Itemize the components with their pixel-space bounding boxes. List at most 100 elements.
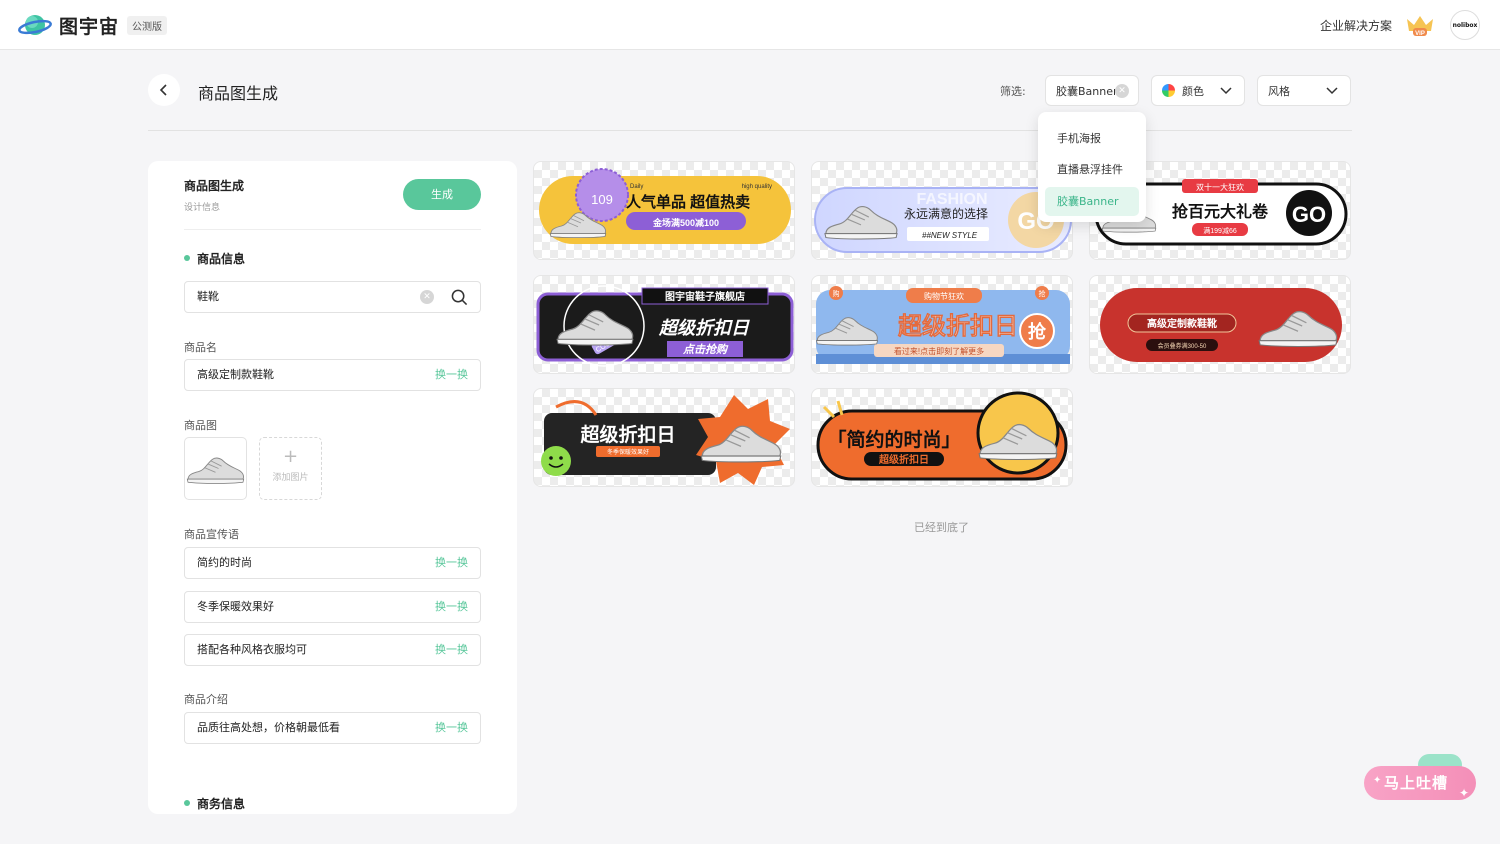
banner-card-2[interactable]: FASHION GO 永远满意的选择 ##NEW STYLE: [811, 161, 1073, 260]
product-image-thumbnail[interactable]: [184, 437, 247, 500]
sparkle-icon: ✦: [1458, 786, 1470, 800]
banner-3-go: GO: [1292, 202, 1326, 227]
clear-filter-icon[interactable]: ✕: [1115, 84, 1129, 98]
banner-5-top: 购物节狂欢: [924, 291, 964, 301]
banner-2-sub: ##NEW STYLE: [922, 231, 978, 240]
user-avatar[interactable]: nolibox: [1450, 10, 1480, 40]
banner-6-sub: 会员叠券满300-50: [1158, 342, 1207, 350]
banner-card-5[interactable]: 购物节狂欢 购 抢 超级折扣日 抢 看过来!点击即刻了解更多: [811, 275, 1073, 374]
design-info-panel: 商品图生成 设计信息 生成 商品信息 鞋靴 ✕ 商品名 高级定制款鞋靴 换一换 …: [148, 161, 517, 814]
vip-crown-icon[interactable]: VIP: [1404, 13, 1436, 37]
chevron-left-icon: [159, 84, 167, 96]
banner-1-sub: 金场满500减100: [652, 217, 719, 228]
feedback-button[interactable]: ✦ 马上吐槽 ✦: [1364, 766, 1476, 800]
banner-5-main: 超级折扣日: [898, 312, 1018, 340]
add-image-button[interactable]: + 添加图片: [259, 437, 322, 500]
filter-style-label: 风格: [1268, 84, 1290, 98]
product-intro-label: 商品介绍: [184, 693, 228, 706]
enterprise-solutions-link[interactable]: 企业解决方案: [1320, 17, 1392, 34]
product-name-label: 商品名: [184, 341, 217, 354]
dropdown-item-capsule-banner[interactable]: 胶囊Banner: [1045, 187, 1139, 216]
panel-subtitle: 设计信息: [184, 203, 221, 213]
generate-button[interactable]: 生成: [403, 179, 481, 210]
banner-card-4[interactable]: 图宇宙鞋子旗舰店 超级折扣日 点击抢购 COOL: [533, 275, 795, 374]
product-intro-field[interactable]: 品质往高处想，价格朝最低看 换一换: [184, 712, 481, 744]
swap-button[interactable]: 换一换: [435, 713, 468, 743]
banner-4-sub: 点击抢购: [682, 343, 729, 356]
slogan-value: 搭配各种风格衣服均可: [197, 643, 307, 656]
banner-card-1[interactable]: 109 Daily high quality 人气单品 超值热卖 金场满500减…: [533, 161, 795, 260]
filter-color-select[interactable]: 颜色: [1151, 75, 1245, 106]
back-button[interactable]: [148, 74, 180, 106]
swap-button[interactable]: 换一换: [435, 592, 468, 622]
slogan-value: 冬季保暖效果好: [197, 600, 274, 613]
top-bar: 图宇宙 公测版 企业解决方案 VIP nolibox: [0, 0, 1500, 50]
banner-1-tag-right: high quality: [742, 184, 772, 190]
banner-2-main: 永远满意的选择: [904, 206, 988, 221]
banner-4-main: 超级折扣日: [658, 318, 750, 338]
banner-8-main: 「简约的时尚」: [827, 428, 960, 451]
banner-3-sub: 满199减66: [1203, 226, 1237, 235]
product-name-value: 高级定制款鞋靴: [197, 368, 274, 381]
dropdown-item-mobile-poster[interactable]: 手机海报: [1045, 124, 1139, 153]
slogan-field[interactable]: 简约的时尚 换一换: [184, 547, 481, 579]
header-divider: [148, 130, 1352, 131]
banner-4-top: 图宇宙鞋子旗舰店: [665, 290, 745, 303]
banner-5-left-tag: 购: [833, 289, 840, 298]
swap-button[interactable]: 换一换: [435, 548, 468, 578]
banner-card-6[interactable]: 高级定制款鞋靴 会员叠券满300-50: [1089, 275, 1351, 374]
shoe-image: [186, 457, 245, 484]
panel-divider: [184, 229, 481, 230]
plus-icon: +: [282, 446, 299, 467]
banner-1-badge: 109: [591, 192, 613, 207]
banner-7-main: 超级折扣日: [579, 423, 675, 446]
slogan-field[interactable]: 冬季保暖效果好 换一换: [184, 591, 481, 623]
panel-title: 商品图生成: [184, 179, 245, 193]
banner-7-sub: 冬季保暖效果好: [607, 448, 649, 456]
search-icon[interactable]: [451, 289, 468, 306]
filter-label: 筛选:: [1000, 85, 1026, 98]
banner-8-sub: 超级折扣日: [878, 453, 929, 466]
sparkle-icon: ✦: [1373, 775, 1383, 786]
filter-type-dropdown: 手机海报 直播悬浮挂件 胶囊Banner: [1038, 112, 1146, 222]
add-image-label: 添加图片: [272, 473, 309, 483]
filter-type-value: 胶囊Banner: [1056, 84, 1118, 98]
brand-name[interactable]: 图宇宙: [59, 12, 119, 39]
banner-card-8[interactable]: 「简约的时尚」 超级折扣日: [811, 388, 1073, 487]
product-search-input[interactable]: 鞋靴 ✕: [184, 281, 481, 313]
swap-button[interactable]: 换一换: [435, 360, 468, 390]
chevron-down-icon: [1220, 87, 1232, 95]
filter-color-label: 颜色: [1182, 84, 1204, 98]
slogan-label: 商品宣传语: [184, 528, 239, 541]
end-of-list-text: 已经到底了: [914, 521, 969, 534]
page-title: 商品图生成: [198, 84, 279, 103]
filter-style-select[interactable]: 风格: [1257, 75, 1351, 106]
banner-3-main: 抢百元大礼卷: [1172, 202, 1269, 221]
banner-3-top: 双十一大狂欢: [1196, 182, 1244, 192]
beta-badge: 公测版: [127, 16, 167, 35]
banner-card-7[interactable]: 超级折扣日 冬季保暖效果好: [533, 388, 795, 487]
slogan-field[interactable]: 搭配各种风格衣服均可 换一换: [184, 634, 481, 666]
planet-logo-icon[interactable]: [18, 12, 52, 38]
banner-5-qiang: 抢: [1028, 321, 1047, 342]
vip-label: VIP: [1415, 31, 1425, 37]
chevron-down-icon: [1326, 87, 1338, 95]
section-product-info: 商品信息: [184, 250, 245, 267]
product-intro-value: 品质往高处想，价格朝最低看: [197, 721, 340, 734]
product-search-value: 鞋靴: [197, 290, 219, 303]
filter-type-select[interactable]: 胶囊Banner ✕: [1045, 75, 1139, 106]
banner-1-tag-left: Daily: [630, 184, 643, 190]
banner-5-sub: 看过来!点击即刻了解更多: [894, 346, 984, 356]
banner-1-main: 人气单品 超值热卖: [626, 193, 750, 211]
banner-6-main: 高级定制款鞋靴: [1147, 317, 1217, 330]
product-name-field[interactable]: 高级定制款鞋靴 换一换: [184, 359, 481, 391]
dropdown-item-live-widget[interactable]: 直播悬浮挂件: [1045, 155, 1139, 184]
feedback-label: 马上吐槽: [1384, 774, 1449, 792]
clear-search-icon[interactable]: ✕: [420, 290, 434, 304]
slogan-value: 简约的时尚: [197, 556, 252, 569]
product-image-label: 商品图: [184, 419, 217, 432]
swap-button[interactable]: 换一换: [435, 635, 468, 665]
banner-2-bg-text: FASHION: [916, 191, 987, 208]
banner-5-right-tag: 抢: [1039, 289, 1046, 298]
section-business-info: 商务信息: [184, 795, 245, 812]
